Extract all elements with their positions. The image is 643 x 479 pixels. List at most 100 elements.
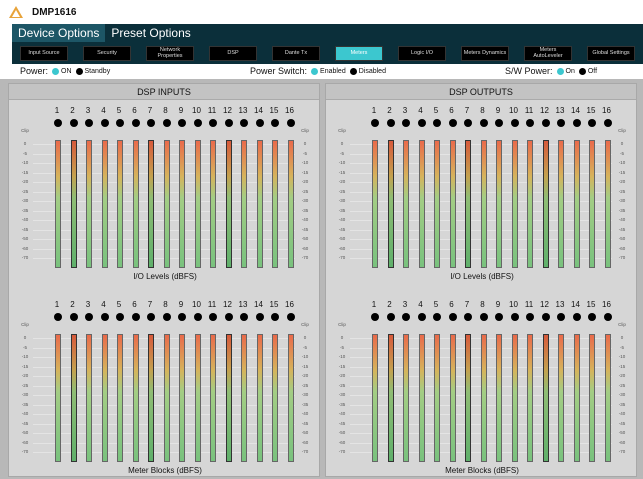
power-on-label: ON bbox=[61, 67, 72, 75]
clip-indicator bbox=[54, 119, 62, 127]
level-meter bbox=[256, 334, 263, 462]
channel-number: 2 bbox=[70, 106, 75, 115]
channel-number: 3 bbox=[402, 300, 408, 309]
menu-tab-device-options[interactable]: Device Options bbox=[12, 24, 106, 42]
nav-button-logic-io[interactable]: Logic I/O bbox=[398, 45, 446, 61]
nav-button-security[interactable]: Security bbox=[83, 45, 131, 61]
channel-number: 2 bbox=[70, 300, 75, 309]
power-switch-disabled-radio[interactable] bbox=[349, 67, 357, 75]
channel-number: 16 bbox=[285, 106, 294, 115]
scale-tick-label: 0 bbox=[23, 335, 27, 340]
clip-indicator bbox=[371, 119, 379, 127]
meter-block-caption: Meter Blocks (dBFS) bbox=[128, 466, 202, 475]
level-meter-fill bbox=[481, 335, 486, 461]
meters-workarea: DSP INPUTS Clip 0 -5 -10 -15 -20 -25 -30 -35 -40 -… bbox=[0, 79, 643, 479]
power-switch-enabled-radio[interactable] bbox=[311, 67, 319, 75]
level-meter-fill bbox=[373, 335, 377, 461]
scale-tick-label: -30 bbox=[301, 392, 309, 397]
scale-tick-label: -50 bbox=[301, 430, 309, 435]
level-meter-fill bbox=[226, 335, 231, 461]
clip-indicator bbox=[69, 119, 78, 127]
scale-tick-label: 0 bbox=[303, 141, 307, 146]
clip-indicator bbox=[131, 119, 140, 127]
sw-power-off-label: Off bbox=[587, 67, 598, 75]
scale-tick-label: -50 bbox=[618, 430, 626, 435]
sw-power-off-radio[interactable] bbox=[578, 67, 586, 75]
level-meter-fill bbox=[605, 141, 610, 267]
clip-indicator bbox=[495, 313, 503, 321]
scale-tick-label: -35 bbox=[301, 401, 309, 407]
nav-button-network-properties[interactable]: Network Properties bbox=[146, 45, 194, 61]
level-meter bbox=[55, 334, 61, 462]
level-meter bbox=[101, 140, 108, 268]
clip-indicator bbox=[588, 119, 596, 127]
level-meter-fill bbox=[71, 141, 76, 267]
nav-button-global-settings[interactable]: Global Settings bbox=[587, 45, 635, 61]
clip-indicator bbox=[417, 313, 426, 321]
scale-tick-label: -40 bbox=[618, 217, 626, 222]
scale-tick-label: -70 bbox=[301, 255, 309, 260]
level-meter-fill bbox=[543, 335, 548, 461]
clip-indicator bbox=[224, 119, 233, 127]
nav-button-dante-tx[interactable]: Dante Tx bbox=[272, 45, 320, 61]
level-meter-fill bbox=[388, 335, 393, 461]
channel-number: 5 bbox=[116, 106, 122, 115]
level-meter bbox=[542, 140, 549, 268]
clip-indicator bbox=[69, 313, 78, 321]
scale-tick-label: 0 bbox=[340, 141, 344, 146]
level-meter-fill bbox=[102, 141, 107, 267]
clip-indicator bbox=[178, 119, 186, 127]
channel-number: 7 bbox=[147, 106, 153, 115]
scale-tick-label: -15 bbox=[618, 363, 626, 369]
level-meter bbox=[117, 140, 123, 268]
level-meter-fill bbox=[435, 141, 439, 267]
meter-block: Clip 0 -5 -10 -15 -20 -25 -30 -35 -40 -45 -50 -60 -70… bbox=[326, 106, 638, 281]
nav-row: Input Source Security Network Properties… bbox=[12, 42, 643, 64]
scale-tick-label: -10 bbox=[338, 354, 346, 359]
level-meter bbox=[418, 334, 425, 462]
power-on-radio[interactable] bbox=[52, 67, 60, 75]
channel-number: 13 bbox=[555, 300, 565, 309]
clip-indicator bbox=[255, 313, 264, 321]
level-meter bbox=[480, 334, 487, 462]
channel-number: 5 bbox=[116, 300, 122, 309]
clip-indicator bbox=[193, 313, 202, 321]
level-meter-fill bbox=[87, 141, 91, 267]
level-meter bbox=[465, 334, 471, 462]
scale-tick-label: -15 bbox=[21, 169, 29, 175]
channel-number: 2 bbox=[387, 300, 392, 309]
channel-number: 10 bbox=[509, 300, 518, 309]
sw-power-on-radio[interactable] bbox=[556, 67, 564, 75]
level-meter bbox=[287, 140, 294, 268]
clip-indicator bbox=[54, 313, 62, 321]
scale-tick-label: -15 bbox=[618, 169, 626, 175]
nav-button-dsp[interactable]: DSP bbox=[209, 45, 257, 61]
menu-tab-preset-options[interactable]: Preset Options bbox=[105, 24, 196, 42]
nav-button-meters[interactable]: Meters bbox=[335, 45, 383, 61]
channel-number: 9 bbox=[178, 106, 184, 115]
nav-button-meters-dynamics[interactable]: Meters Dynamics bbox=[461, 45, 509, 61]
scale-tick-label: -5 bbox=[339, 150, 344, 156]
nav-button-input-source[interactable]: Input Source bbox=[20, 45, 68, 61]
channel-number: 3 bbox=[402, 106, 408, 115]
nav-button-meters-autoleveler[interactable]: Meters AutoLeveler bbox=[524, 45, 572, 61]
channel-number: 11 bbox=[524, 106, 534, 115]
scale-tick-label: -45 bbox=[338, 226, 346, 232]
scale-tick-label: -20 bbox=[21, 373, 29, 378]
clip-indicator bbox=[572, 313, 581, 321]
clip-indicator bbox=[448, 119, 457, 127]
channel-number: 12 bbox=[223, 300, 232, 309]
level-meter bbox=[434, 334, 440, 462]
channel-number: 4 bbox=[418, 300, 423, 309]
clip-indicator bbox=[448, 313, 457, 321]
clip-indicator bbox=[286, 313, 295, 321]
channel-number: 11 bbox=[207, 106, 217, 115]
channel-number: 1 bbox=[54, 106, 60, 115]
power-standby-radio[interactable] bbox=[75, 67, 83, 75]
scale-tick-label: -60 bbox=[301, 439, 309, 445]
scale-tick-label: -10 bbox=[618, 354, 626, 359]
level-meter bbox=[542, 334, 549, 462]
level-meter bbox=[496, 140, 502, 268]
level-meter bbox=[449, 140, 456, 268]
clip-indicator bbox=[178, 313, 186, 321]
